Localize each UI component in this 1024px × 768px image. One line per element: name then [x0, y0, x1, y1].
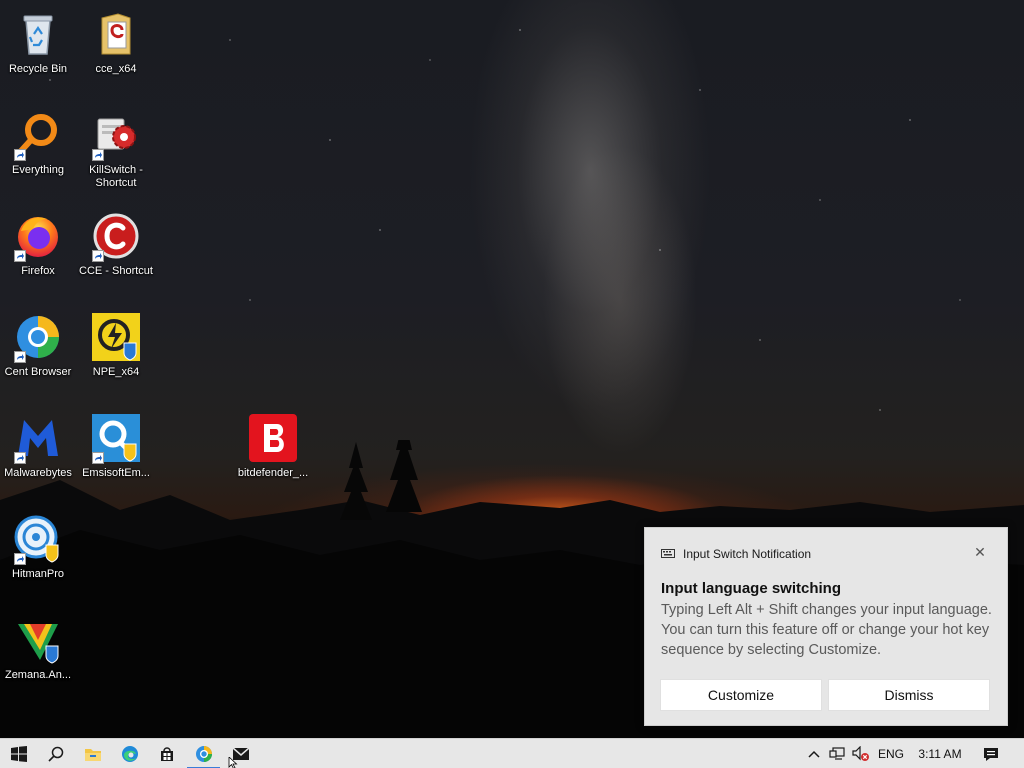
- input-language-indicator[interactable]: ENG: [874, 739, 908, 768]
- taskbar: ENG 3:11 AM: [0, 738, 1024, 768]
- search-button[interactable]: [37, 739, 74, 768]
- close-icon[interactable]: ✕: [973, 545, 987, 559]
- shortcut-arrow-icon: [14, 452, 26, 464]
- emsisoft-icon: [92, 414, 140, 464]
- desktop-icon-firefox[interactable]: Firefox: [0, 204, 76, 294]
- notification-center-icon: [984, 747, 998, 761]
- recycle-bin-icon: [14, 10, 62, 58]
- shortcut-arrow-icon: [92, 452, 104, 464]
- desktop-icon-cent-browser[interactable]: Cent Browser: [0, 305, 76, 395]
- notification-header: Input Switch Notification: [661, 547, 811, 561]
- desktop-icon-recycle-bin[interactable]: Recycle Bin: [0, 2, 76, 92]
- chevron-up-icon: [808, 750, 820, 758]
- shortcut-arrow-icon: [14, 351, 26, 363]
- desktop-icon-everything[interactable]: Everything: [0, 103, 76, 193]
- cent-browser-icon: [195, 746, 212, 762]
- microsoft-store-icon: [160, 747, 173, 761]
- action-center-button[interactable]: [978, 739, 1004, 768]
- desktop-icon-zemana[interactable]: Zemana.An...: [0, 608, 76, 698]
- search-icon: [47, 746, 63, 762]
- desktop-icon-hitmanpro[interactable]: HitmanPro: [0, 507, 76, 597]
- taskbar-cent-browser[interactable]: [185, 739, 222, 768]
- volume-muted-icon: [852, 746, 869, 761]
- file-explorer-icon: [84, 749, 101, 761]
- mouse-cursor-icon: [228, 757, 238, 768]
- folder-icon: [92, 10, 140, 58]
- show-hidden-icons-button[interactable]: [804, 739, 824, 768]
- bitdefender-icon: [249, 414, 297, 462]
- cent-browser-icon: [14, 313, 62, 363]
- desktop-icon-bitdefender[interactable]: bitdefender_...: [235, 406, 311, 496]
- shortcut-arrow-icon: [14, 250, 26, 262]
- dismiss-button[interactable]: Dismiss: [828, 679, 990, 711]
- volume-button[interactable]: [850, 739, 872, 768]
- taskbar-file-explorer[interactable]: [74, 739, 111, 768]
- customize-button[interactable]: Customize: [660, 679, 822, 711]
- killswitch-icon: [92, 111, 140, 161]
- desktop-icon-killswitch[interactable]: KillSwitch - Shortcut: [78, 103, 154, 193]
- desktop-icon-cce-x64[interactable]: cce_x64: [78, 2, 154, 92]
- comodo-cleaning-essentials-icon: [92, 212, 140, 262]
- start-button[interactable]: [0, 739, 37, 768]
- notification-app-name: Input Switch Notification: [683, 547, 812, 561]
- notification-body: Typing Left Alt + Shift changes your inp…: [661, 602, 992, 658]
- shortcut-arrow-icon: [92, 149, 104, 161]
- input-switch-notification[interactable]: Input Switch Notification ✕ Input langua…: [644, 527, 1008, 726]
- malwarebytes-icon: [14, 414, 62, 464]
- keyboard-icon: [661, 549, 675, 558]
- network-button[interactable]: [826, 739, 848, 768]
- desktop-icon-emsisoft[interactable]: EmsisoftEm...: [78, 406, 154, 496]
- edge-icon: [121, 746, 138, 762]
- hitmanpro-icon: [14, 515, 62, 565]
- network-icon: [829, 747, 845, 760]
- desktop-icon-malwarebytes[interactable]: Malwarebytes: [0, 406, 76, 496]
- firefox-icon: [14, 212, 62, 262]
- everything-search-icon: [14, 111, 62, 161]
- shortcut-arrow-icon: [14, 149, 26, 161]
- windows-start-icon: [10, 746, 27, 762]
- taskbar-store[interactable]: [148, 739, 185, 768]
- taskbar-edge[interactable]: [111, 739, 148, 768]
- shortcut-arrow-icon: [14, 553, 26, 565]
- desktop-icon-cce-shortcut[interactable]: CCE - Shortcut: [78, 204, 154, 294]
- norton-power-eraser-icon: [92, 313, 140, 361]
- zemana-icon: [14, 616, 62, 664]
- desktop-icon-npe-x64[interactable]: NPE_x64: [78, 305, 154, 395]
- notification-title: Input language switching: [661, 580, 841, 597]
- shortcut-arrow-icon: [92, 250, 104, 262]
- clock[interactable]: 3:11 AM: [910, 739, 970, 768]
